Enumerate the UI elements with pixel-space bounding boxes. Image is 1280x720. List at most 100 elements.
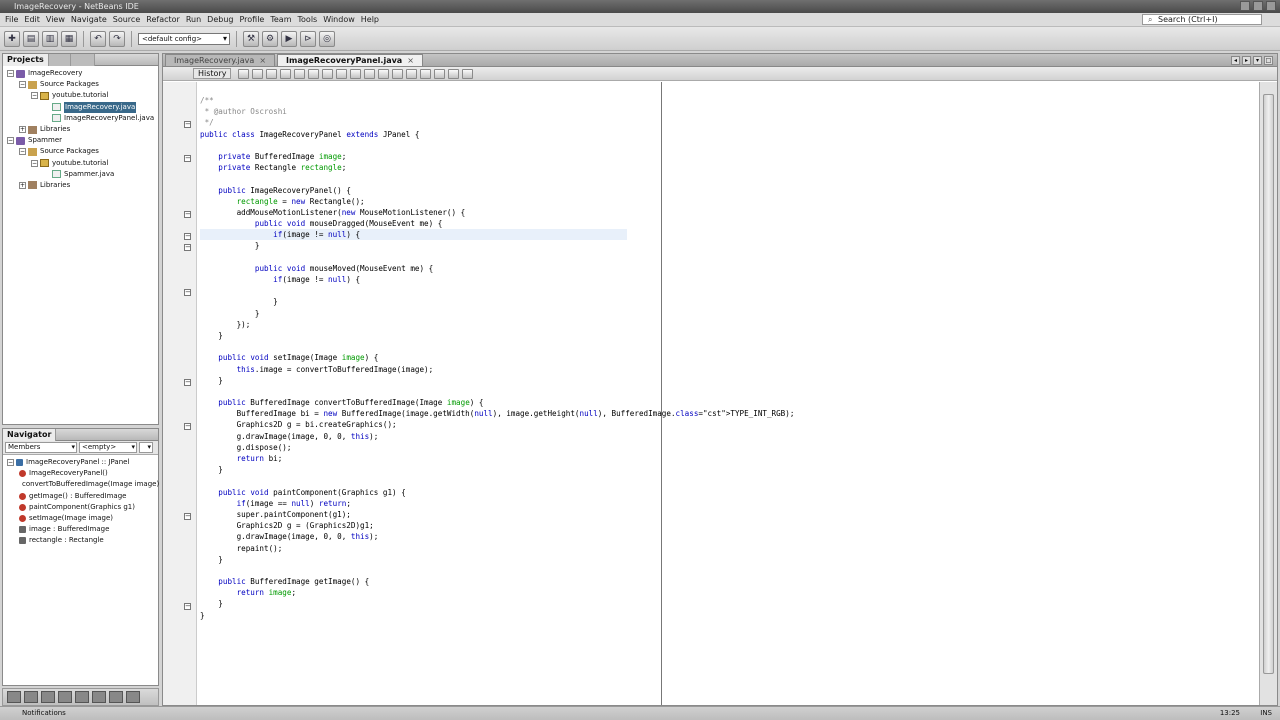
tree-item[interactable]: + Libraries <box>3 124 158 135</box>
code-line[interactable]: } <box>200 330 794 341</box>
run-icon[interactable]: ▶ <box>281 30 297 47</box>
stop-macro-icon[interactable] <box>434 68 446 79</box>
expand-toggle-icon[interactable]: − <box>19 81 26 89</box>
code-line[interactable]: public void mouseDragged(MouseEvent me) … <box>200 218 794 229</box>
tree-item[interactable]: − ImageRecovery <box>3 68 158 79</box>
editor-tab[interactable]: ImageRecoveryPanel.java × <box>277 54 423 66</box>
forward-icon[interactable] <box>252 68 264 79</box>
navigator-item[interactable]: paintComponent(Graphics g1) <box>3 502 158 513</box>
code-line[interactable] <box>200 386 794 397</box>
scrollbar-thumb[interactable] <box>1263 94 1274 674</box>
new-file-icon[interactable]: ▤ <box>23 30 39 47</box>
next-bookmark-icon[interactable] <box>364 68 376 79</box>
code-line[interactable]: /** <box>200 95 794 106</box>
fold-toggle-icon[interactable]: − <box>184 602 191 610</box>
tab-services[interactable] <box>70 53 95 66</box>
profile-icon[interactable]: ◎ <box>319 30 335 47</box>
fold-toggle-icon[interactable]: − <box>184 121 191 128</box>
code-line[interactable] <box>200 285 794 296</box>
find-selection-icon[interactable] <box>308 68 320 79</box>
minimize-button[interactable] <box>1240 1 1250 11</box>
code-line[interactable]: rectangle = new Rectangle(); <box>200 196 794 207</box>
clean-build-icon[interactable]: ⚙ <box>262 30 278 47</box>
menu-window[interactable]: Window <box>320 15 358 24</box>
tree-item[interactable]: ImageRecovery.java <box>3 101 158 113</box>
menu-view[interactable]: View <box>43 15 68 24</box>
search-input[interactable]: ⌕ Search (Ctrl+I) <box>1142 14 1262 25</box>
code-line[interactable]: }); <box>200 319 794 330</box>
code-line[interactable] <box>200 475 794 486</box>
tree-item[interactable]: − Source Packages <box>3 146 158 157</box>
menu-debug[interactable]: Debug <box>204 15 236 24</box>
code-line[interactable]: if(image == null) return; <box>200 498 794 509</box>
code-line[interactable] <box>200 565 794 576</box>
code-line[interactable]: return bi; <box>200 453 794 464</box>
uncomment-icon[interactable] <box>462 68 474 79</box>
expand-toggle-icon[interactable]: − <box>7 70 14 78</box>
menu-source[interactable]: Source <box>110 15 143 24</box>
code-line[interactable]: public ImageRecoveryPanel() { <box>200 185 794 196</box>
menu-profile[interactable]: Profile <box>236 15 267 24</box>
prev-bookmark-icon[interactable] <box>350 68 362 79</box>
build-icon[interactable]: ⚒ <box>243 30 259 47</box>
tab-navigator[interactable]: Navigator <box>3 428 57 441</box>
new-project-icon[interactable]: ✚ <box>4 30 20 47</box>
code-line[interactable]: } <box>200 375 794 386</box>
code-line[interactable]: } <box>200 610 794 621</box>
editor-tab[interactable]: ImageRecovery.java × <box>165 54 276 66</box>
tree-item[interactable]: ImageRecoveryPanel.java <box>3 113 158 124</box>
toggle-highlight-icon[interactable] <box>322 68 334 79</box>
close-tab-icon[interactable]: × <box>407 56 414 65</box>
filter-nonpublic-icon[interactable] <box>41 691 55 703</box>
code-line[interactable]: } <box>200 308 794 319</box>
notifications-label[interactable]: Notifications <box>22 707 66 720</box>
tree-item[interactable]: Spammer.java <box>3 169 158 180</box>
config-select[interactable]: <default config> <box>138 32 230 45</box>
filter-inherited-icon[interactable] <box>58 691 72 703</box>
expand-toggle-icon[interactable]: − <box>31 159 38 167</box>
code-line[interactable]: public void paintComponent(Graphics g1) … <box>200 487 794 498</box>
navigator-item[interactable]: ImageRecoveryPanel() <box>3 468 158 479</box>
tab-list-icon[interactable]: ▾ <box>1253 56 1262 65</box>
code-line[interactable]: g.dispose(); <box>200 442 794 453</box>
code-text[interactable]: /** * @author Oscroshi */public class Im… <box>200 95 794 621</box>
filter-javadoc-icon[interactable] <box>109 691 123 703</box>
code-line[interactable] <box>200 173 794 184</box>
code-line[interactable]: addMouseMotionListener(new MouseMotionLi… <box>200 207 794 218</box>
filter-static-icon[interactable] <box>24 691 38 703</box>
code-line[interactable]: public void mouseMoved(MouseEvent me) { <box>200 263 794 274</box>
expand-toggle-icon[interactable]: − <box>19 148 26 156</box>
find-prev-icon[interactable] <box>280 68 292 79</box>
maximize-editor-icon[interactable]: □ <box>1264 56 1273 65</box>
find-next-icon[interactable] <box>294 68 306 79</box>
code-line[interactable]: public class ImageRecoveryPanel extends … <box>200 129 794 140</box>
fold-toggle-icon[interactable]: − <box>184 423 191 431</box>
start-macro-icon[interactable] <box>420 68 432 79</box>
tree-item[interactable]: − Source Packages <box>3 79 158 90</box>
maximize-button[interactable] <box>1253 1 1263 11</box>
code-line[interactable] <box>200 341 794 352</box>
history-button[interactable]: History <box>193 68 232 79</box>
tree-item[interactable]: − Spammer <box>3 135 158 146</box>
open-project-icon[interactable]: ▥ <box>42 30 58 47</box>
menu-team[interactable]: Team <box>267 15 294 24</box>
code-line[interactable]: if(image != null) { <box>200 274 794 285</box>
redo-icon[interactable]: ↷ <box>109 30 125 47</box>
code-line[interactable] <box>200 252 794 263</box>
navigator-empty-select[interactable]: <empty> <box>79 442 137 453</box>
fold-toggle-icon[interactable]: − <box>184 513 191 520</box>
code-line[interactable]: * @author Oscroshi <box>200 106 794 117</box>
menu-tools[interactable]: Tools <box>295 15 321 24</box>
code-line[interactable]: super.paintComponent(g1); <box>200 509 794 520</box>
tree-item[interactable]: − youtube.tutorial <box>3 90 158 101</box>
code-line[interactable]: private Rectangle rectangle; <box>200 162 794 173</box>
code-line[interactable]: return image; <box>200 587 794 598</box>
fold-toggle-icon[interactable]: − <box>184 244 191 252</box>
toggle-bookmark-icon[interactable] <box>378 68 390 79</box>
tab-scroll-right-icon[interactable]: ▸ <box>1242 56 1251 65</box>
code-line[interactable]: */ <box>200 117 794 128</box>
navigator-item[interactable]: getImage() : BufferedImage <box>3 491 158 502</box>
code-line[interactable]: Graphics2D g = (Graphics2D)g1; <box>200 520 794 531</box>
shift-left-icon[interactable] <box>392 68 404 79</box>
expand-toggle-icon[interactable]: + <box>19 126 26 134</box>
